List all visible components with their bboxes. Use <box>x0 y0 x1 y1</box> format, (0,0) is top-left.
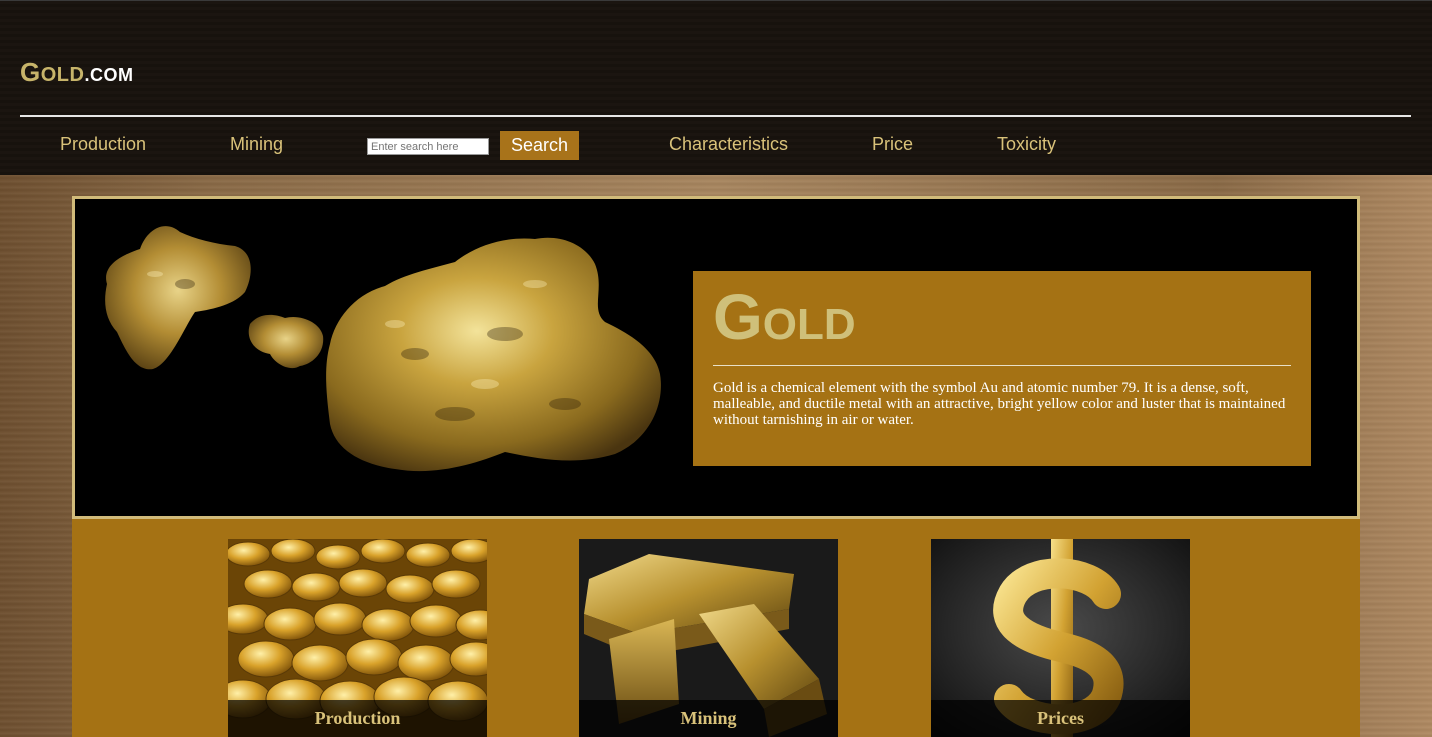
nav-characteristics[interactable]: Characteristics <box>669 134 788 155</box>
card-label-production: Production <box>228 700 487 737</box>
card-prices[interactable]: Prices <box>931 539 1190 737</box>
gold-nuggets-image <box>105 226 661 472</box>
gold-info-box: GOLD Gold is a chemical element with the… <box>693 271 1311 466</box>
card-production[interactable]: Production <box>228 539 487 737</box>
nav-mining[interactable]: Mining <box>230 134 283 155</box>
nav-toxicity[interactable]: Toxicity <box>997 134 1056 155</box>
search-button[interactable]: Search <box>500 131 579 160</box>
card-label-prices: Prices <box>931 700 1190 737</box>
hero-title: GOLD <box>713 285 1291 349</box>
hero-banner: GOLD Gold is a chemical element with the… <box>72 196 1360 519</box>
nav-production[interactable]: Production <box>60 134 146 155</box>
logo-initial: G <box>20 57 41 87</box>
info-divider <box>713 365 1291 366</box>
hero-title-rest: OLD <box>762 300 856 349</box>
nav-price[interactable]: Price <box>872 134 913 155</box>
site-header: GOLD.COM Production Mining Search Charac… <box>0 0 1432 175</box>
hero-title-initial: G <box>713 281 763 353</box>
logo-rest: OLD <box>40 64 85 86</box>
category-cards: Production Mining Prices <box>72 519 1360 737</box>
site-logo[interactable]: GOLD.COM <box>20 57 133 88</box>
card-mining[interactable]: Mining <box>579 539 838 737</box>
header-divider <box>20 115 1411 117</box>
card-label-mining: Mining <box>579 700 838 737</box>
logo-domain: .COM <box>84 65 134 85</box>
hero-description: Gold is a chemical element with the symb… <box>713 380 1286 428</box>
search-input[interactable] <box>367 138 489 155</box>
